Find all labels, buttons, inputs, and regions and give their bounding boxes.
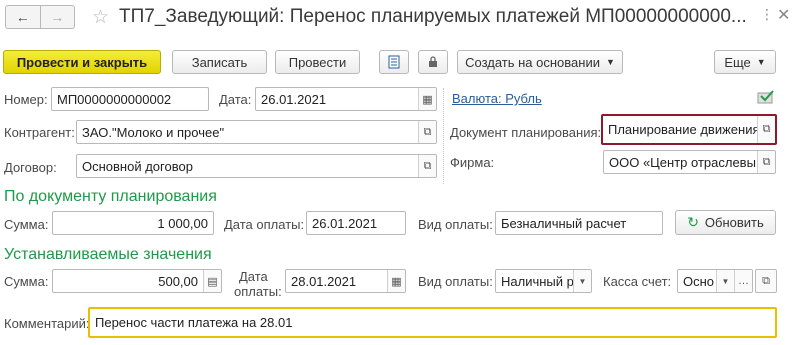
chevron-down-icon[interactable]: ▼ xyxy=(716,270,734,292)
calculator-icon[interactable]: ▤ xyxy=(203,270,221,292)
number-label: Номер: xyxy=(4,92,48,107)
comment-label: Комментарий: xyxy=(4,316,90,331)
cash-account-value: Осно xyxy=(683,273,715,289)
more-dropdown[interactable]: Еще ▼ xyxy=(714,50,776,74)
counterparty-value: ЗАО."Молоко и прочее" xyxy=(82,124,225,140)
set-paydate-label-line1: Дата xyxy=(239,269,268,284)
window-title: ТП7_Заведующий: Перенос планируемых плат… xyxy=(119,6,747,27)
nav-buttons: ← → xyxy=(5,5,75,29)
comment-field[interactable]: Перенос части платежа на 28.01 xyxy=(88,307,777,338)
by-plan-paydate-value: 26.01.2021 xyxy=(312,215,378,231)
by-plan-paytype-field[interactable]: Безналичный расчет xyxy=(495,211,663,235)
chevron-down-icon: ▼ xyxy=(756,57,766,67)
contract-value: Основной договор xyxy=(82,158,193,174)
number-field[interactable]: МП0000000000002 xyxy=(51,87,209,111)
set-paydate-label: Дата оплаты: xyxy=(234,269,282,299)
set-paytype-select[interactable]: Наличный р ▼ xyxy=(495,269,592,293)
firm-label: Фирма: xyxy=(450,155,495,170)
column-divider xyxy=(443,88,444,184)
set-sum-field[interactable]: 500,00 ▤ xyxy=(52,269,222,293)
more-label: Еще xyxy=(724,54,751,70)
open-icon[interactable]: ⧉ xyxy=(757,116,775,143)
by-plan-paydate-field[interactable]: 26.01.2021 xyxy=(306,211,406,235)
date-field[interactable]: 26.01.2021 ▦ xyxy=(255,87,437,111)
create-based-on-dropdown[interactable]: Создать на основании ▼ xyxy=(457,50,623,74)
back-arrow-icon[interactable]: ← xyxy=(6,6,40,28)
open-icon[interactable]: ⧉ xyxy=(757,151,775,173)
status-check-icon xyxy=(757,89,775,108)
create-based-on-label: Создать на основании xyxy=(465,54,600,70)
counterparty-field[interactable]: ЗАО."Молоко и прочее" ⧉ xyxy=(76,120,437,144)
date-value: 26.01.2021 xyxy=(261,91,327,107)
number-value: МП0000000000002 xyxy=(57,91,172,107)
open-icon[interactable]: ⧉ xyxy=(418,155,436,177)
set-sum-label: Сумма: xyxy=(4,274,49,289)
cash-account-field[interactable]: Осно ▼ … xyxy=(677,269,753,293)
by-plan-paytype-label: Вид оплаты: xyxy=(418,217,493,232)
plan-doc-label: Документ планирования: xyxy=(450,125,602,140)
calendar-icon[interactable]: ▦ xyxy=(418,88,436,110)
set-paydate-field[interactable]: 28.01.2021 ▦ xyxy=(285,269,406,293)
set-paydate-value: 28.01.2021 xyxy=(291,273,357,289)
report-icon[interactable] xyxy=(379,50,409,74)
refresh-icon: ↻ xyxy=(687,214,699,230)
comment-value: Перенос части платежа на 28.01 xyxy=(95,315,293,330)
date-label: Дата: xyxy=(219,92,252,107)
currency-link[interactable]: Валюта: Рубль xyxy=(452,91,542,106)
forward-arrow-icon[interactable]: → xyxy=(39,6,75,28)
post-and-close-button[interactable]: Провести и закрыть xyxy=(3,50,161,74)
close-icon[interactable]: ✕ xyxy=(777,5,790,25)
save-button[interactable]: Записать xyxy=(172,50,267,74)
by-plan-paydate-label: Дата оплаты: xyxy=(224,217,305,232)
chevron-down-icon[interactable]: ▼ xyxy=(573,270,591,292)
refresh-label: Обновить xyxy=(704,215,764,230)
set-paytype-value: Наличный р xyxy=(501,273,573,289)
plan-doc-field[interactable]: Планирование движения ⧉ xyxy=(601,114,777,145)
cash-account-label: Касса счет: xyxy=(603,274,672,289)
favorite-star-icon[interactable]: ☆ xyxy=(92,6,109,29)
chevron-down-icon: ▼ xyxy=(605,57,615,67)
by-plan-sum-label: Сумма: xyxy=(4,217,49,232)
by-plan-sum-value: 1 000,00 xyxy=(157,215,208,231)
counterparty-label: Контрагент: xyxy=(4,125,75,140)
by-plan-section-title: По документу планирования xyxy=(4,188,217,205)
attachment-icon[interactable] xyxy=(418,50,448,74)
set-paydate-label-line2: оплаты: xyxy=(234,284,282,299)
set-paytype-label: Вид оплаты: xyxy=(418,274,493,289)
by-plan-sum-field[interactable]: 1 000,00 xyxy=(52,211,214,235)
select-more-icon[interactable]: … xyxy=(734,270,752,292)
calendar-icon[interactable]: ▦ xyxy=(387,270,405,292)
refresh-button[interactable]: ↻ Обновить xyxy=(675,210,776,235)
plan-doc-value: Планирование движения xyxy=(608,122,757,137)
open-icon[interactable]: ⧉ xyxy=(755,269,777,293)
contract-field[interactable]: Основной договор ⧉ xyxy=(76,154,437,178)
by-plan-paytype-value: Безналичный расчет xyxy=(501,215,627,231)
contract-label: Договор: xyxy=(4,160,57,175)
firm-value: ООО «Центр отраслевы xyxy=(609,154,756,170)
open-icon[interactable]: ⧉ xyxy=(418,121,436,143)
set-sum-value: 500,00 xyxy=(158,273,198,289)
window-menu-icon[interactable]: ⋮ xyxy=(760,6,774,23)
post-button[interactable]: Провести xyxy=(275,50,360,74)
set-values-section-title: Устанавливаемые значения xyxy=(4,246,212,263)
firm-field[interactable]: ООО «Центр отраслевы ⧉ xyxy=(603,150,776,174)
